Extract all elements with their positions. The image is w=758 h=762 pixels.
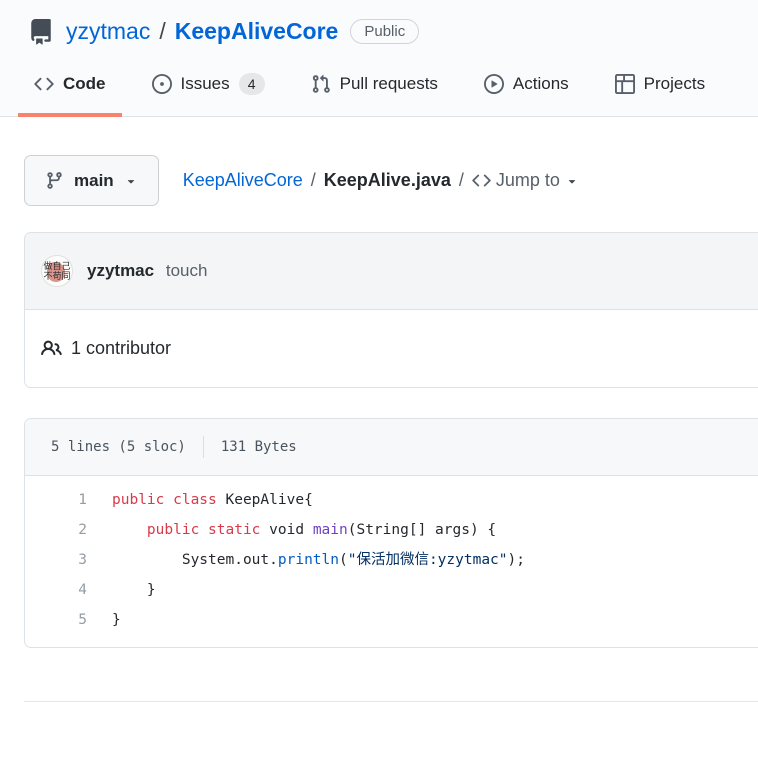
- commit-author-link[interactable]: yzytmac: [87, 261, 154, 280]
- file-nav-row: main KeepAliveCore / KeepAlive.java / Ju…: [24, 155, 758, 206]
- line-number[interactable]: 2: [25, 515, 87, 545]
- github-repo-page: yzytmac / KeepAliveCore Public Code Issu…: [0, 0, 758, 762]
- commit-info-box: 做自己 不苟同 yzytmac touch 1 contributor: [24, 232, 758, 388]
- code-line: 4 }: [25, 575, 758, 605]
- footer-divider: [24, 701, 758, 736]
- repo-icon: [28, 19, 54, 45]
- title-separator: /: [159, 18, 165, 45]
- tab-issues[interactable]: Issues 4: [136, 57, 281, 117]
- branch-name: main: [74, 171, 114, 191]
- repo-name-link[interactable]: KeepAliveCore: [175, 18, 339, 45]
- repo-title-row: yzytmac / KeepAliveCore Public: [0, 0, 758, 45]
- tab-label: Code: [63, 74, 106, 94]
- branch-selector-button[interactable]: main: [24, 155, 159, 206]
- code-line: 3 System.out.println("保活加微信:yzytmac");: [25, 545, 758, 575]
- tab-label: Issues: [181, 74, 230, 94]
- avatar-text: 不苟同: [43, 271, 70, 281]
- file-blob-box: 5 lines (5 sloc) 131 Bytes 1public class…: [24, 418, 758, 648]
- issue-opened-icon: [152, 74, 172, 94]
- page-title: yzytmac / KeepAliveCore Public: [66, 18, 419, 45]
- repo-tab-nav: Code Issues 4 Pull requests Actions Proj…: [0, 57, 758, 117]
- triangle-down-icon: [565, 174, 579, 188]
- repo-header: yzytmac / KeepAliveCore Public Code Issu…: [0, 0, 758, 117]
- breadcrumb: KeepAliveCore / KeepAlive.java / Jump to: [183, 170, 579, 191]
- play-icon: [484, 74, 504, 94]
- main-content: main KeepAliveCore / KeepAlive.java / Ju…: [0, 155, 758, 736]
- jump-to-dropdown[interactable]: Jump to: [472, 170, 579, 191]
- file-size: 131 Bytes: [221, 439, 297, 455]
- breadcrumb-repo-link[interactable]: KeepAliveCore: [183, 170, 303, 191]
- tab-label: Projects: [644, 74, 705, 94]
- jump-to-label: Jump to: [496, 170, 560, 191]
- line-number[interactable]: 3: [25, 545, 87, 575]
- project-table-icon: [615, 74, 635, 94]
- tab-actions[interactable]: Actions: [468, 57, 585, 117]
- file-info-bar: 5 lines (5 sloc) 131 Bytes: [25, 419, 758, 476]
- contributors-row[interactable]: 1 contributor: [25, 310, 758, 387]
- line-number[interactable]: 1: [25, 485, 87, 515]
- tab-pull-requests[interactable]: Pull requests: [295, 57, 454, 117]
- breadcrumb-file-name: KeepAlive.java: [324, 170, 451, 191]
- breadcrumb-separator: /: [459, 170, 464, 191]
- code-lines: 1public class KeepAlive{2 public static …: [25, 476, 758, 647]
- divider: [203, 436, 204, 458]
- code-icon: [472, 171, 491, 190]
- line-number[interactable]: 5: [25, 605, 87, 635]
- repo-owner-link[interactable]: yzytmac: [66, 18, 150, 45]
- tab-label: Pull requests: [340, 74, 438, 94]
- visibility-badge: Public: [350, 19, 419, 44]
- triangle-down-icon: [124, 174, 138, 188]
- line-content: public class KeepAlive{: [87, 492, 313, 508]
- latest-commit-header: 做自己 不苟同 yzytmac touch: [25, 233, 758, 310]
- line-content: }: [87, 582, 156, 598]
- avatar-text: 做自己: [43, 261, 70, 271]
- line-content: public static void main(String[] args) {: [87, 522, 496, 538]
- code-icon: [34, 74, 54, 94]
- code-line: 5}: [25, 605, 758, 635]
- line-number[interactable]: 4: [25, 575, 87, 605]
- avatar[interactable]: 做自己 不苟同: [41, 255, 73, 287]
- commit-meta: yzytmac touch: [87, 261, 207, 281]
- issues-count-badge: 4: [239, 73, 265, 95]
- git-branch-icon: [45, 171, 64, 190]
- people-icon: [41, 338, 62, 359]
- code-line: 2 public static void main(String[] args)…: [25, 515, 758, 545]
- tab-projects[interactable]: Projects: [599, 57, 721, 117]
- breadcrumb-separator: /: [311, 170, 316, 191]
- line-content: }: [87, 612, 121, 628]
- file-line-stats: 5 lines (5 sloc): [51, 439, 186, 455]
- tab-label: Actions: [513, 74, 569, 94]
- commit-message[interactable]: touch: [166, 261, 208, 280]
- contributors-label: 1 contributor: [71, 338, 171, 359]
- code-line: 1public class KeepAlive{: [25, 485, 758, 515]
- tab-code[interactable]: Code: [18, 57, 122, 117]
- line-content: System.out.println("保活加微信:yzytmac");: [87, 552, 525, 568]
- git-pull-request-icon: [311, 74, 331, 94]
